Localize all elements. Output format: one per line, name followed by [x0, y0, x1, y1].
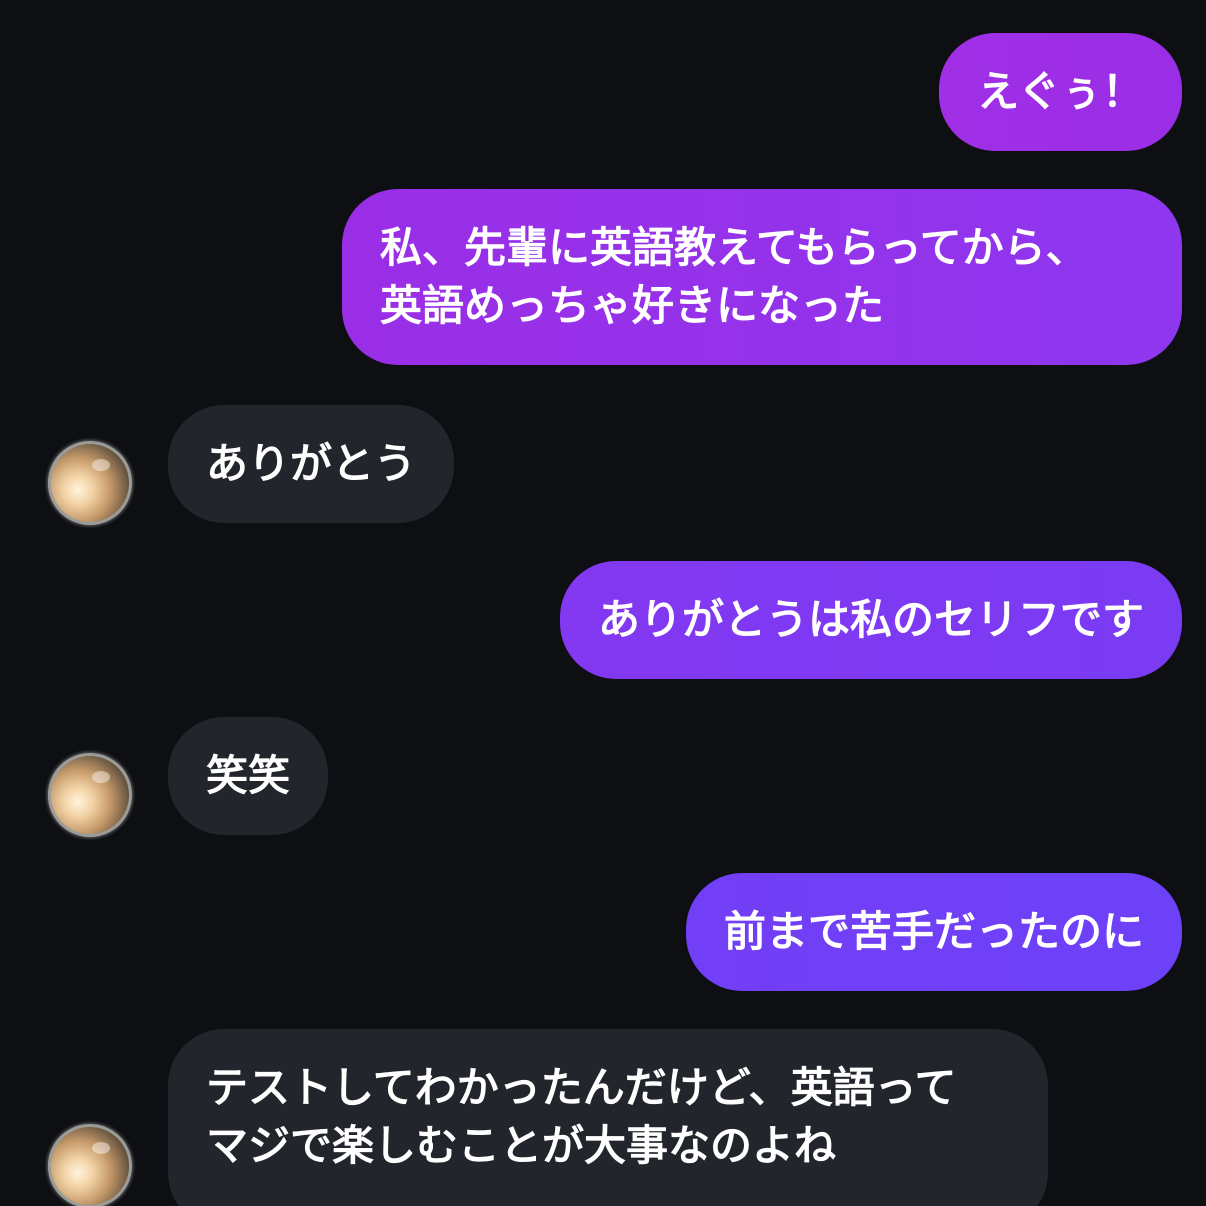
- contact-avatar[interactable]: [48, 441, 132, 525]
- sent-message-bubble[interactable]: えぐぅ！: [939, 33, 1182, 151]
- chat-thread: えぐぅ！ 私、先輩に英語教えてもらってから、 英語めっちゃ好きになった ありがと…: [0, 0, 1206, 1206]
- sent-message-bubble[interactable]: 私、先輩に英語教えてもらってから、 英語めっちゃ好きになった: [342, 189, 1182, 365]
- received-message-bubble[interactable]: テストしてわかったんだけど、英語って マジで楽しむことが大事なのよね: [168, 1029, 1048, 1206]
- received-message-bubble[interactable]: 笑笑: [168, 717, 329, 835]
- contact-avatar[interactable]: [48, 1124, 132, 1206]
- sent-message-bubble[interactable]: 前まで苦手だったのに: [685, 873, 1182, 991]
- received-message-bubble[interactable]: ありがとう: [168, 405, 455, 523]
- sent-message-bubble[interactable]: ありがとうは私のセリフです: [559, 561, 1182, 679]
- contact-avatar[interactable]: [48, 753, 132, 837]
